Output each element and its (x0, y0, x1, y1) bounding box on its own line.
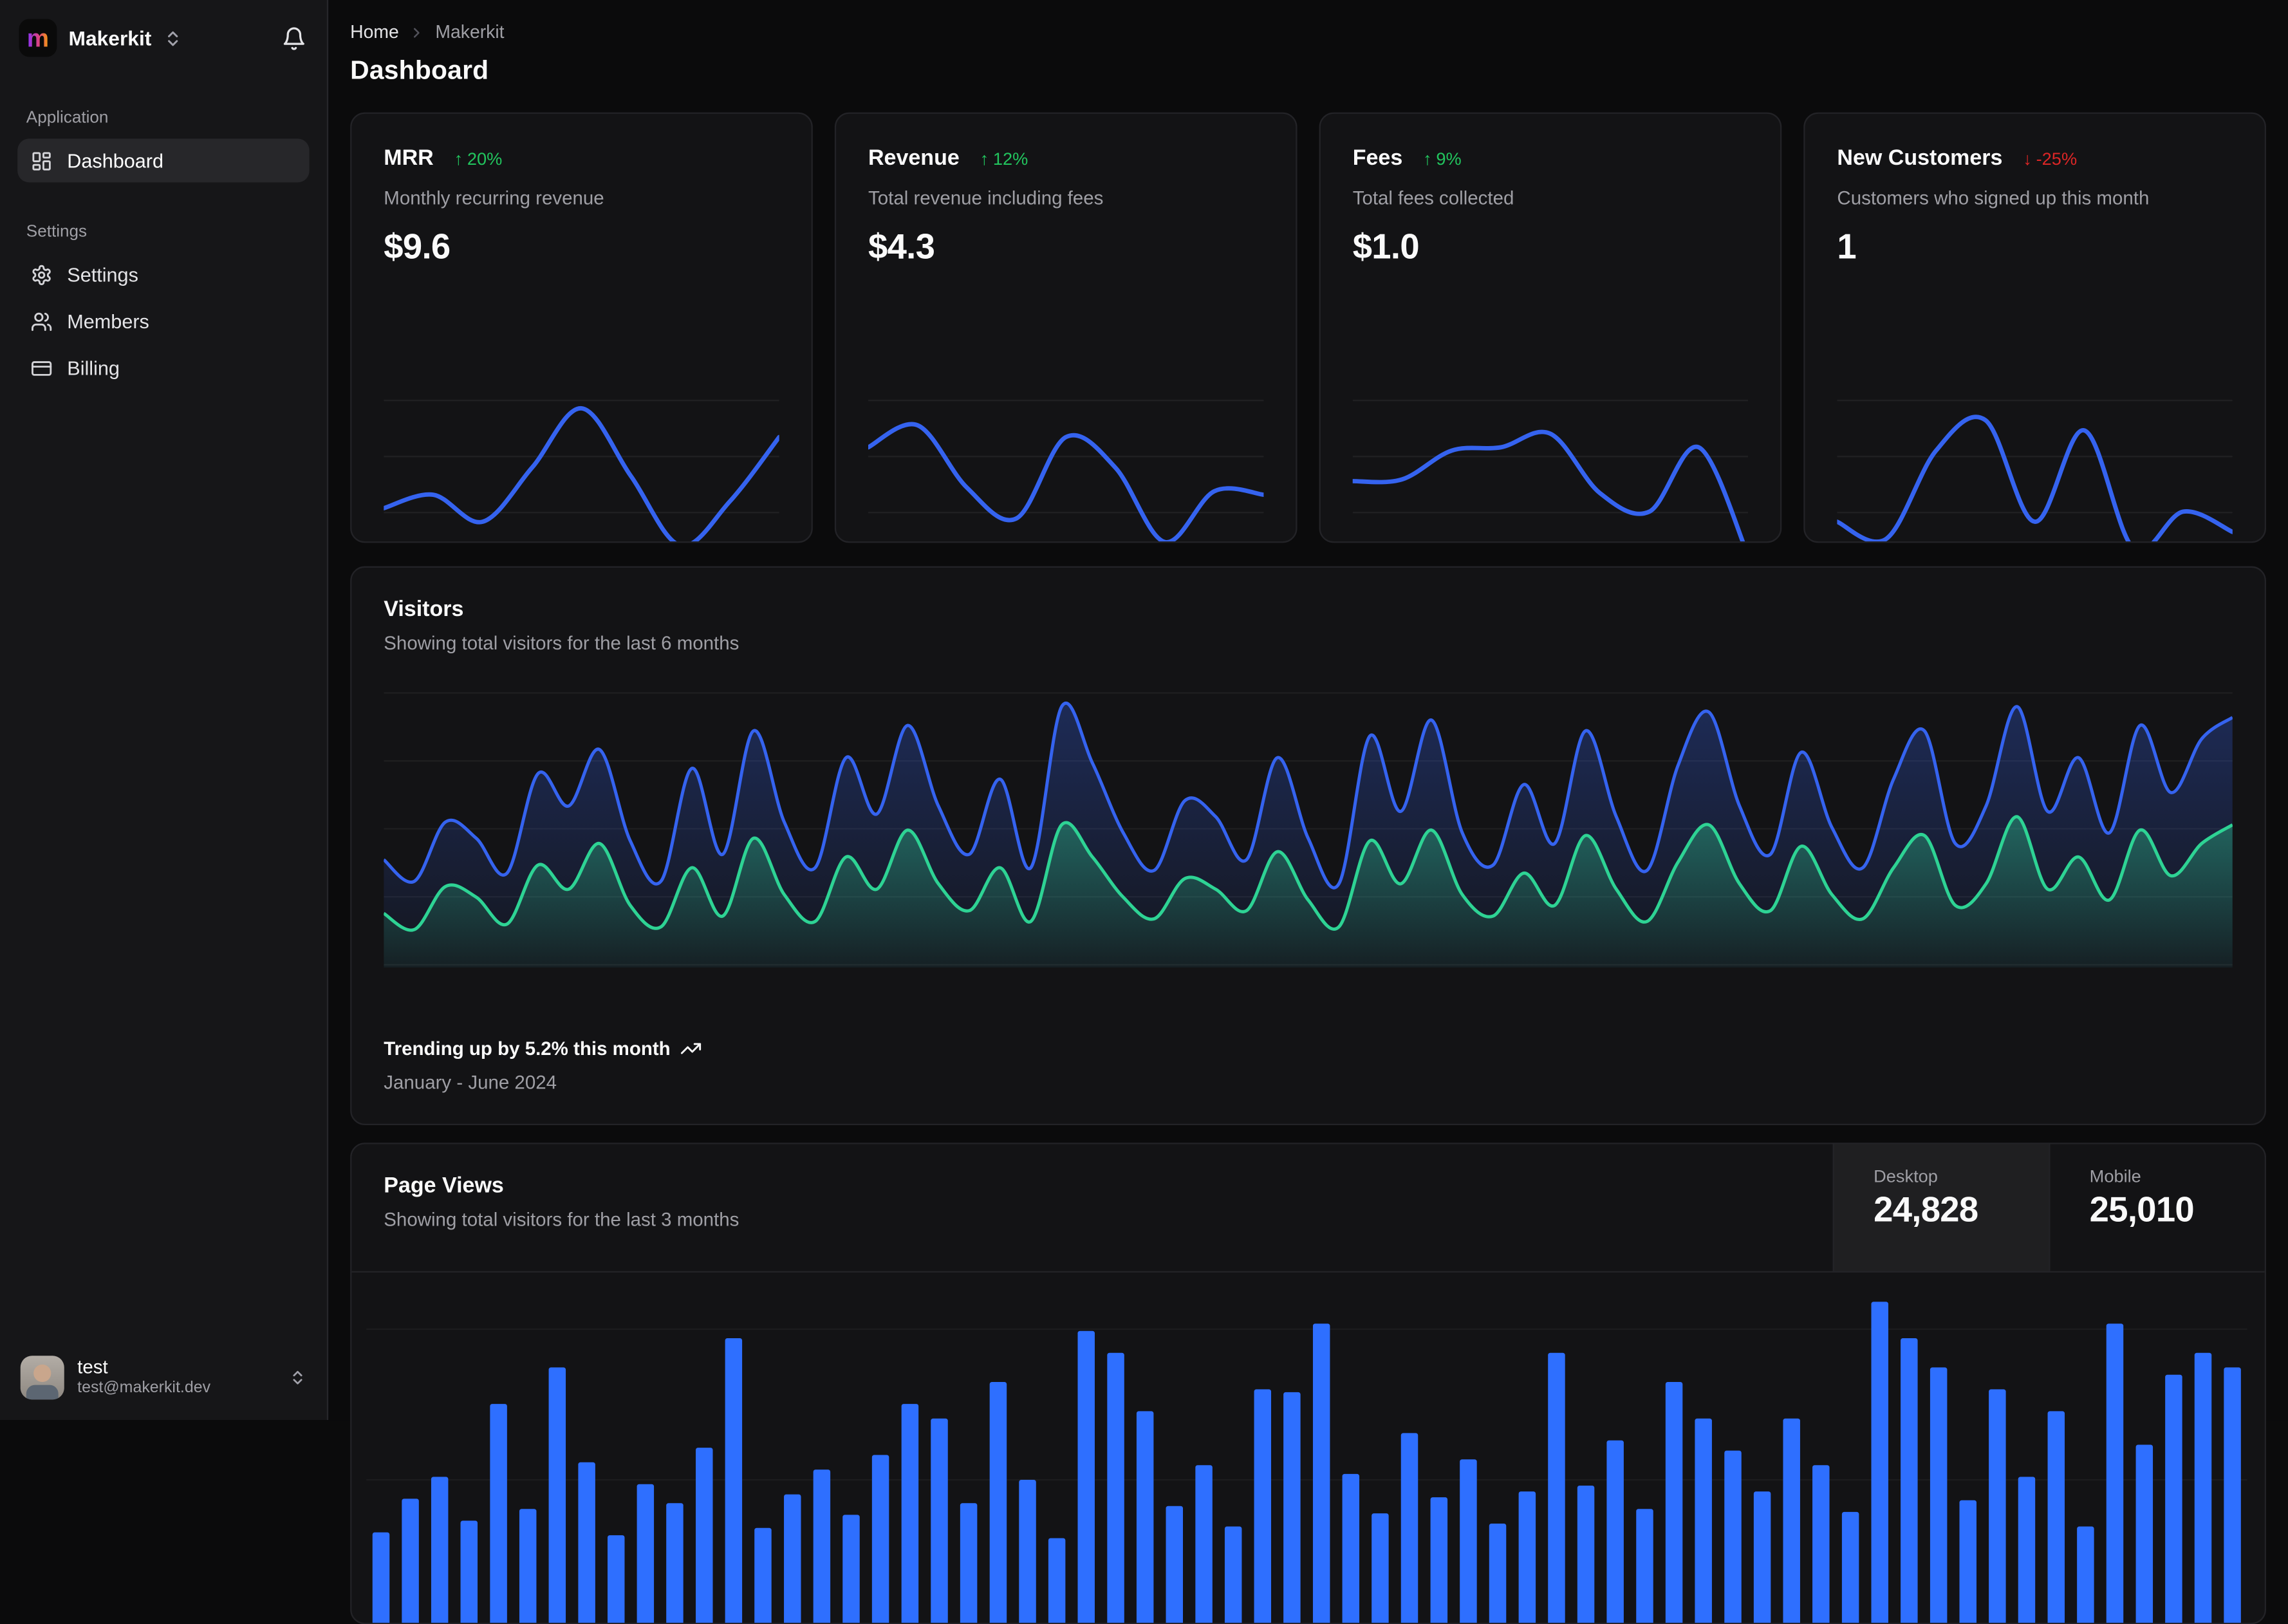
workspace-name: Makerkit (68, 26, 152, 50)
visitors-title: Visitors (384, 597, 464, 622)
visitors-subtitle: Showing total visitors for the last 6 mo… (384, 631, 739, 654)
tab-value: 24,828 (1874, 1191, 1978, 1231)
page-views-title: Page Views (384, 1173, 504, 1199)
makerkit-logo: m (19, 19, 57, 57)
stat-value: $1.0 (1352, 227, 1420, 267)
sparkline-chart (1837, 391, 2232, 543)
page-views-card: Page Views Showing total visitors for th… (350, 1143, 2266, 1624)
stat-description: Customers who signed up this month (1837, 187, 2150, 209)
visitors-card: Visitors Showing total visitors for the … (350, 566, 2266, 1126)
sidebar: m Makerkit Application Dashboard Setting… (0, 0, 329, 1421)
trend-up-icon (454, 148, 463, 169)
sidebar-item-label: Billing (67, 357, 120, 379)
app-window: m Makerkit Application Dashboard Setting… (0, 0, 2288, 1624)
trend-value: 12% (992, 148, 1028, 169)
sidebar-item-label: Settings (67, 263, 138, 286)
user-email: test@makerkit.dev (77, 1379, 211, 1397)
stat-description: Monthly recurring revenue (384, 187, 604, 209)
stat-value: $9.6 (384, 227, 451, 267)
page-title: Dashboard (350, 55, 489, 85)
stat-title: Fees (1352, 145, 1403, 171)
page-views-bar-chart (366, 1287, 2247, 1623)
workspace-switcher[interactable]: m Makerkit (0, 0, 327, 71)
sidebar-section-settings: Settings Settings Members Billing (0, 223, 327, 393)
billing-icon (31, 357, 53, 378)
sidebar-item-billing[interactable]: Billing (17, 346, 309, 389)
trending-up-icon (681, 1038, 703, 1059)
breadcrumb-home[interactable]: Home (350, 22, 399, 42)
trend-up-icon (1423, 148, 1432, 169)
sidebar-item-settings[interactable]: Settings (17, 252, 309, 296)
user-name: test (77, 1356, 108, 1378)
section-label: Application (26, 109, 109, 127)
visitors-trend-text: Trending up by 5.2% this month (384, 1037, 671, 1060)
sidebar-item-dashboard[interactable]: Dashboard (17, 138, 310, 183)
trend-value: -25% (2036, 148, 2078, 169)
trend-value: 20% (467, 148, 503, 169)
stat-card-revenue: Revenue 12% Total revenue including fees… (834, 112, 1297, 543)
tab-value: 25,010 (2089, 1191, 2195, 1231)
chevrons-up-down-icon (163, 28, 182, 47)
sparkline-chart (868, 391, 1263, 543)
stat-cards-row: MRR 20% Monthly recurring revenue $9.6 J… (350, 112, 2266, 543)
tab-label: Mobile (2089, 1166, 2141, 1187)
tab-mobile[interactable]: Mobile 25,010 (2049, 1144, 2265, 1271)
chevron-right-icon (409, 24, 425, 40)
stat-title: MRR (384, 145, 434, 171)
stat-value: 1 (1837, 227, 1857, 267)
settings-icon (31, 263, 53, 285)
main-content: Home Makerkit Dashboard MRR 20% Monthly … (328, 0, 2288, 1624)
avatar (20, 1356, 64, 1400)
sidebar-item-label: Dashboard (67, 149, 164, 172)
stat-description: Total fees collected (1352, 187, 1514, 209)
breadcrumb: Home Makerkit (350, 22, 2266, 42)
members-icon (31, 310, 53, 332)
stat-card-new-customers: New Customers -25% Customers who signed … (1803, 112, 2266, 543)
bell-icon[interactable] (279, 23, 310, 53)
visitors-area-chart (384, 684, 2233, 968)
sidebar-item-label: Members (67, 310, 149, 332)
stat-card-mrr: MRR 20% Monthly recurring revenue $9.6 J… (350, 112, 813, 543)
stat-title: New Customers (1837, 145, 2003, 171)
visitors-range-text: January - June 2024 (384, 1071, 557, 1094)
trend-value: 9% (1436, 148, 1462, 169)
stat-value: $4.3 (868, 227, 935, 267)
stat-title: Revenue (868, 145, 960, 171)
trend-down-icon (2023, 148, 2032, 169)
sidebar-section-application: Application Dashboard (0, 109, 327, 185)
chevrons-up-down-icon (289, 1369, 306, 1386)
tab-desktop[interactable]: Desktop 24,828 (1832, 1144, 2049, 1271)
user-menu[interactable]: test test@makerkit.dev (0, 1338, 327, 1420)
tab-label: Desktop (1874, 1166, 1938, 1187)
stat-description: Total revenue including fees (868, 187, 1104, 209)
section-label: Settings (26, 223, 88, 241)
dashboard-icon (31, 149, 53, 171)
sparkline-chart (384, 391, 779, 543)
sparkline-chart (1353, 391, 1749, 543)
page-views-subtitle: Showing total visitors for the last 3 mo… (384, 1208, 739, 1231)
breadcrumb-current: Makerkit (435, 22, 505, 42)
trend-up-icon (980, 148, 989, 169)
stat-card-fees: Fees 9% Total fees collected $1.0 July 2… (1319, 112, 1782, 543)
sidebar-item-members[interactable]: Members (17, 299, 309, 343)
